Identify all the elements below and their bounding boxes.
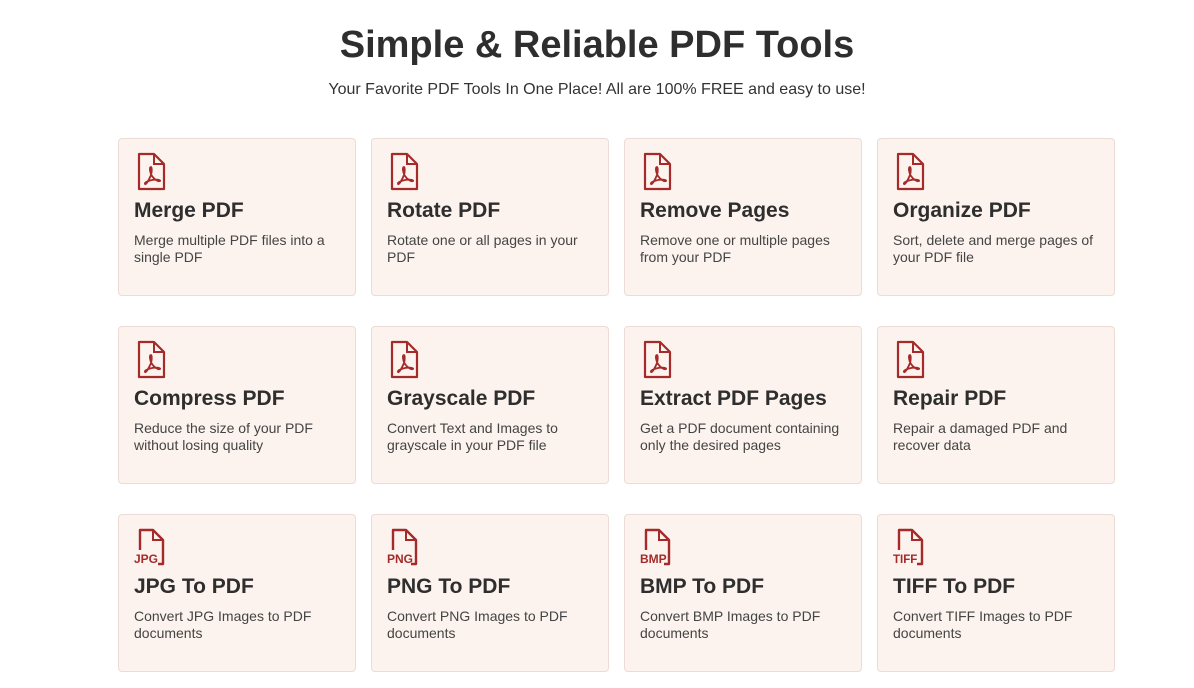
pdf-file-icon bbox=[893, 340, 929, 380]
card-title: Extract PDF Pages bbox=[640, 387, 827, 410]
file-type-label: TIFF bbox=[893, 554, 917, 566]
card-title: Organize PDF bbox=[893, 199, 1031, 222]
card-description: Convert PNG Images to PDF documents bbox=[387, 608, 568, 641]
extract-pdf-pages-card[interactable]: Extract PDF Pages Get a PDF document cont… bbox=[624, 326, 862, 484]
file-type-label: JPG bbox=[134, 552, 158, 566]
card-title: Compress PDF bbox=[134, 387, 285, 410]
png-file-icon: PNG bbox=[387, 528, 423, 568]
card-description: Reduce the size of your PDF without losi… bbox=[134, 420, 313, 453]
card-description: Remove one or multiple pages from your P… bbox=[640, 232, 830, 265]
pdf-file-icon bbox=[134, 340, 170, 380]
page-subtitle: Your Favorite PDF Tools In One Place! Al… bbox=[328, 81, 866, 98]
repair-pdf-card[interactable]: Repair PDF Repair a damaged PDF and recov… bbox=[877, 326, 1115, 484]
card-description: Convert BMP Images to PDF documents bbox=[640, 608, 821, 641]
rotate-pdf-card[interactable]: Rotate PDF Rotate one or all pages in you… bbox=[371, 138, 609, 296]
card-description: Repair a damaged PDF and recover data bbox=[893, 420, 1068, 453]
file-type-label: PNG bbox=[387, 552, 413, 566]
card-title: PNG To PDF bbox=[387, 575, 511, 598]
pdf-file-icon bbox=[640, 152, 676, 192]
pdf-file-icon bbox=[640, 340, 676, 380]
pdf-file-icon bbox=[893, 152, 929, 192]
card-description: Convert JPG Images to PDF documents bbox=[134, 608, 312, 641]
bmp-file-icon: BMP bbox=[640, 528, 676, 568]
merge-pdf-card[interactable]: Merge PDF Merge multiple PDF files into a… bbox=[118, 138, 356, 296]
organize-pdf-card[interactable]: Organize PDF Sort, delete and merge pages… bbox=[877, 138, 1115, 296]
pdf-file-icon bbox=[134, 152, 170, 192]
card-title: Grayscale PDF bbox=[387, 387, 536, 410]
remove-pages-card[interactable]: Remove Pages Remove one or multiple pages… bbox=[624, 138, 862, 296]
file-type-label: BMP bbox=[640, 552, 667, 566]
compress-pdf-card[interactable]: Compress PDF Reduce the size of your PDF … bbox=[118, 326, 356, 484]
jpg-to-pdf-card[interactable]: JPG JPG To PDF Convert JPG Images to PDF d… bbox=[118, 514, 356, 672]
card-description: Get a PDF document containing only the d… bbox=[640, 420, 840, 453]
jpg-file-icon: JPG bbox=[134, 528, 170, 568]
bmp-to-pdf-card[interactable]: BMP BMP To PDF Convert BMP Images to PDF d… bbox=[624, 514, 862, 672]
tiff-to-pdf-card[interactable]: TIFF TIFF To PDF Convert TIFF Images to PD… bbox=[877, 514, 1115, 672]
card-title: BMP To PDF bbox=[640, 575, 765, 598]
card-description: Rotate one or all pages in your PDF bbox=[387, 232, 578, 265]
png-to-pdf-card[interactable]: PNG PNG To PDF Convert PNG Images to PDF d… bbox=[371, 514, 609, 672]
grayscale-pdf-card[interactable]: Grayscale PDF Convert Text and Images to … bbox=[371, 326, 609, 484]
card-description: Merge multiple PDF files into a single P… bbox=[134, 232, 325, 265]
card-description: Sort, delete and merge pages of your PDF… bbox=[893, 232, 1094, 265]
card-title: Remove Pages bbox=[640, 199, 790, 222]
card-title: JPG To PDF bbox=[134, 575, 254, 598]
card-title: Merge PDF bbox=[134, 199, 244, 222]
card-title: Repair PDF bbox=[893, 387, 1007, 410]
pdf-file-icon bbox=[387, 340, 423, 380]
card-title: Rotate PDF bbox=[387, 199, 501, 222]
card-title: TIFF To PDF bbox=[893, 575, 1016, 598]
pdf-file-icon bbox=[387, 152, 423, 192]
tiff-file-icon: TIFF bbox=[893, 528, 929, 568]
card-description: Convert TIFF Images to PDF documents bbox=[893, 608, 1073, 641]
page-title: Simple & Reliable PDF Tools bbox=[339, 24, 855, 66]
card-description: Convert Text and Images to grayscale in … bbox=[387, 420, 558, 453]
tools-grid: Merge PDF Merge multiple PDF files into a… bbox=[118, 138, 1115, 672]
